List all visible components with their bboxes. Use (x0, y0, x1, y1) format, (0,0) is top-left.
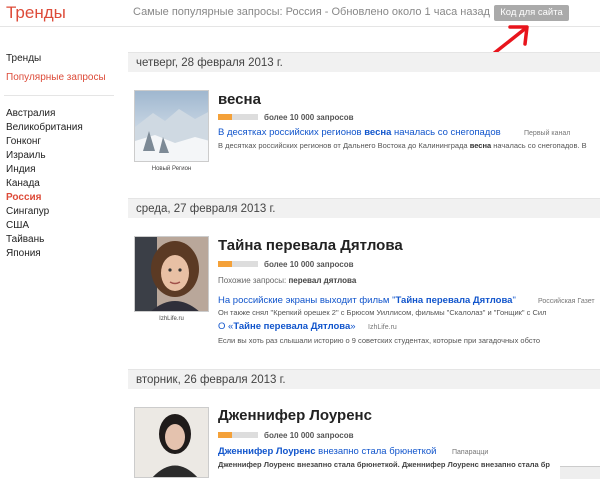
popularity-bar (218, 261, 258, 267)
news-headline-link[interactable]: На российские экраны выходит фильм "Тайн… (218, 295, 516, 306)
country-canada[interactable]: Канада (6, 178, 40, 189)
country-singapore[interactable]: Сингапур (6, 206, 49, 217)
country-india[interactable]: Индия (6, 164, 36, 175)
woman-photo-image (135, 408, 208, 477)
woman-portrait-image (135, 237, 208, 311)
popularity-bar-fill (218, 432, 232, 438)
news-source: IzhLife.ru (368, 324, 397, 331)
related-queries: Похожие запросы: перевал дятлова (218, 276, 357, 285)
trend-title[interactable]: Тайна перевала Дятлова (218, 237, 403, 254)
date-header: четверг, 28 февраля 2013 г. (128, 52, 600, 72)
news-headline-link[interactable]: О «Тайне перевала Дятлова» (218, 321, 356, 332)
news-source: Папарацци (452, 449, 489, 456)
country-taiwan[interactable]: Тайвань (6, 234, 44, 245)
news-snippet: Дженнифер Лоуренс внезапно стала брюнетк… (218, 460, 550, 469)
country-hong-kong[interactable]: Гонконг (6, 136, 41, 147)
news-source: Российская Газет (538, 298, 595, 305)
sidebar-item-trends[interactable]: Тренды (6, 53, 41, 64)
country-israel[interactable]: Израиль (6, 150, 46, 161)
date-header: среда, 27 февраля 2013 г. (128, 198, 600, 218)
popularity-bar (218, 432, 258, 438)
search-count: более 10 000 запросов (264, 113, 354, 122)
sidebar-divider (4, 95, 114, 96)
embed-code-button[interactable]: Код для сайта (494, 5, 569, 21)
popularity-bar (218, 114, 258, 120)
news-headline-link[interactable]: В десятках российских регионов весна нач… (218, 127, 501, 138)
search-count: более 10 000 запросов (264, 431, 354, 440)
logo[interactable]: Тренды (6, 3, 66, 23)
popularity-bar-fill (218, 261, 232, 267)
trend-title[interactable]: Дженнифер Лоуренс (218, 407, 372, 424)
sidebar-item-popular-queries[interactable]: Популярные запросы (6, 72, 106, 83)
snowy-landscape-image (135, 91, 208, 161)
country-japan[interactable]: Япония (6, 248, 41, 259)
news-snippet: Он также снял "Крепкий орешек 2" с Брюсо… (218, 308, 547, 317)
search-count: более 10 000 запросов (264, 260, 354, 269)
trend-title[interactable]: весна (218, 91, 261, 108)
related-query-link[interactable]: перевал дятлова (288, 276, 356, 285)
news-source: Первый канал (524, 130, 571, 137)
popularity-bar-fill (218, 114, 232, 120)
page-subtitle: Самые популярные запросы: Россия - Обнов… (133, 6, 490, 18)
country-usa[interactable]: США (6, 220, 29, 231)
country-uk[interactable]: Великобритания (6, 122, 83, 133)
scrollbar-corner (560, 466, 600, 479)
news-headline-link[interactable]: Дженнифер Лоуренс внезапно стала брюнетк… (218, 446, 437, 457)
country-australia[interactable]: Австралия (6, 108, 55, 119)
trend-thumbnail[interactable] (134, 236, 209, 312)
trend-thumbnail[interactable] (134, 90, 209, 162)
news-snippet: В десятках российских регионов от Дальне… (218, 141, 587, 150)
trend-thumbnail[interactable] (134, 407, 209, 478)
country-russia[interactable]: Россия (6, 192, 42, 203)
date-header: вторник, 26 февраля 2013 г. (128, 369, 600, 389)
thumbnail-caption: IzhLife.ru (159, 316, 184, 322)
thumbnail-caption: Новый Регион (151, 166, 192, 172)
news-snippet: Если вы хоть раз слышали историю о 9 сов… (218, 336, 541, 345)
